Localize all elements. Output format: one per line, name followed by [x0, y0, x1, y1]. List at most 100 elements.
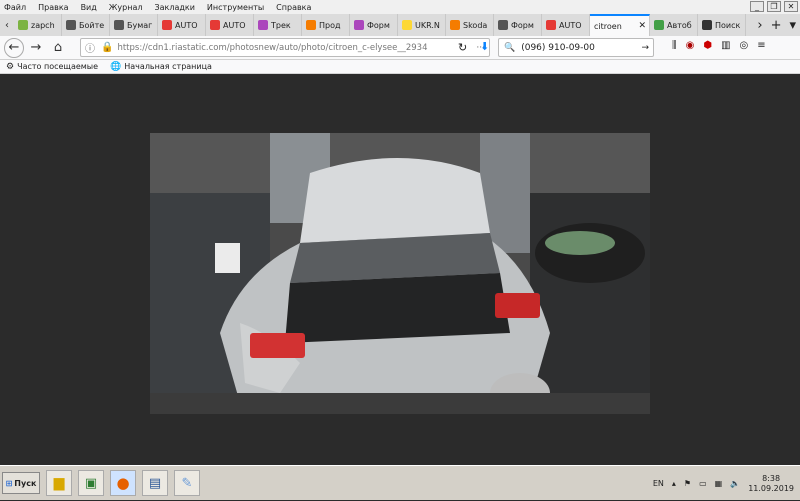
tab-label: Бумаг [127, 20, 153, 30]
search-icon: 🔍 [504, 42, 516, 53]
tab-favicon-icon [702, 20, 712, 30]
taskbar-word[interactable]: ▤ [142, 470, 168, 496]
tab-label: citroen [594, 21, 622, 31]
start-button[interactable]: ⊞ Пуск [2, 472, 40, 494]
library-icon[interactable]: ⫼ [672, 40, 677, 51]
list-all-tabs-button[interactable]: ▾ [789, 18, 796, 33]
taskbar-firefox[interactable]: ● [110, 470, 136, 496]
taskbar-explorer[interactable]: ▆ [46, 470, 72, 496]
tab-favicon-icon [114, 20, 124, 30]
tab-label: Поиск [715, 20, 741, 30]
tab[interactable]: UKR.N [398, 14, 446, 36]
tab-label: AUTO [175, 20, 198, 30]
folder-icon: ▆ [53, 475, 65, 491]
tab[interactable]: zapch [14, 14, 62, 36]
tab-label: Форм [511, 20, 534, 30]
url-text[interactable]: https://cdn1.riastatic.com/photosnew/aut… [117, 43, 472, 53]
new-tab-button[interactable]: + [771, 18, 782, 33]
firefox-icon: ● [116, 474, 130, 492]
menu-bar: Файл Правка Вид Журнал Закладки Инструме… [0, 0, 800, 14]
clock-time: 8:38 [762, 473, 781, 483]
tab[interactable]: AUTO [542, 14, 590, 36]
taskbar-terminal[interactable]: ▣ [78, 470, 104, 496]
menu-icon[interactable]: ≡ [757, 40, 765, 51]
tab-favicon-icon [402, 20, 412, 30]
volume-icon[interactable]: 🔈 [730, 479, 740, 488]
tab-favicon-icon [210, 20, 220, 30]
adblock-icon[interactable]: ⬢ [703, 40, 712, 51]
tab-label: Форм [367, 20, 390, 30]
battery-icon[interactable]: ▭ [699, 479, 707, 488]
forward-button[interactable]: → [26, 38, 46, 58]
search-input[interactable]: (096) 910-09-00 [521, 43, 641, 53]
chevron-up-icon[interactable]: ▴ [672, 479, 676, 488]
page-viewport [0, 74, 800, 465]
tab[interactable]: Бойте [62, 14, 110, 36]
tab-favicon-icon [162, 20, 172, 30]
tab-label: Бойте [79, 20, 105, 30]
bookmark-home-page[interactable]: 🌐 Начальная страница [110, 62, 212, 72]
menu-edit[interactable]: Правка [38, 3, 68, 12]
tab-actions: › + ▾ [757, 14, 800, 36]
restore-button[interactable]: ❐ [767, 1, 781, 12]
language-indicator[interactable]: EN [653, 479, 664, 488]
search-bar[interactable]: 🔍 (096) 910-09-00 → [498, 38, 654, 57]
car-photo[interactable] [150, 133, 650, 414]
tab[interactable]: AUTO [206, 14, 254, 36]
tab[interactable]: Поиск [698, 14, 746, 36]
car-photo-illustration [150, 133, 650, 414]
tab[interactable]: Трек [254, 14, 302, 36]
address-bar[interactable]: ⓘ 🔒 https://cdn1.riastatic.com/photosnew… [80, 38, 490, 57]
tab-label: Прод [319, 20, 341, 30]
tab-favicon-icon [258, 20, 268, 30]
taskbar: ⊞ Пуск ▆ ▣ ● ▤ ✎ EN ▴ ⚑ ▭ ▦ 🔈 8:38 11.09.… [0, 465, 800, 500]
minimize-button[interactable]: _ [750, 1, 764, 12]
close-tab-button[interactable]: ✕ [638, 21, 646, 31]
flag-icon[interactable]: ⚑ [684, 479, 691, 488]
back-button[interactable]: ← [4, 37, 24, 58]
taskbar-paint[interactable]: ✎ [174, 470, 200, 496]
window-controls: _ ❐ ✕ [750, 1, 798, 12]
tab[interactable]: Форм [350, 14, 398, 36]
tab-favicon-icon [66, 20, 76, 30]
clock[interactable]: 8:38 11.09.2019 [748, 474, 794, 494]
arrow-left-icon: ← [8, 40, 20, 55]
download-icon[interactable]: ⬇ [480, 40, 489, 53]
home-icon: ⌂ [53, 40, 63, 55]
tab[interactable]: Бумаг [110, 14, 158, 36]
windows-logo-icon: ⊞ [5, 478, 13, 488]
tab-active[interactable]: citroen ✕ [590, 14, 650, 36]
menu-help[interactable]: Справка [276, 3, 311, 12]
tab[interactable]: Skoda [446, 14, 494, 36]
menu-view[interactable]: Вид [81, 3, 97, 12]
home-button[interactable]: ⌂ [48, 38, 68, 58]
sidebar-icon[interactable]: ▥ [721, 40, 730, 51]
tab-scroll-left-button[interactable]: ‹ [0, 14, 14, 36]
tab-scroll-right-button[interactable]: › [757, 18, 762, 33]
start-label: Пуск [14, 478, 37, 488]
toolbar-icons: ⫼ ◉ ⬢ ▥ ◎ ≡ [672, 40, 766, 51]
tab[interactable]: Форм [494, 14, 542, 36]
ublock-icon[interactable]: ◉ [686, 40, 695, 51]
bookmark-most-visited[interactable]: ⚙ Часто посещаемые [6, 62, 98, 72]
monitor-icon: ▣ [84, 475, 98, 491]
tab[interactable]: AUTO [158, 14, 206, 36]
tab-label: UKR.N [415, 20, 440, 30]
info-icon[interactable]: ⓘ [85, 40, 95, 55]
menu-history[interactable]: Журнал [109, 3, 143, 12]
tab-favicon-icon [654, 20, 664, 30]
close-window-button[interactable]: ✕ [784, 1, 798, 12]
reload-button[interactable]: ↻ [458, 41, 467, 54]
tab[interactable]: Прод [302, 14, 350, 36]
search-go-button[interactable]: → [641, 43, 649, 53]
menu-tools[interactable]: Инструменты [207, 3, 264, 12]
menu-bookmarks[interactable]: Закладки [154, 3, 194, 12]
menu-file[interactable]: Файл [4, 3, 26, 12]
network-icon[interactable]: ▦ [715, 479, 723, 488]
bookmark-label: Начальная страница [124, 62, 212, 71]
tab-favicon-icon [450, 20, 460, 30]
account-icon[interactable]: ◎ [740, 40, 749, 51]
tab[interactable]: Автоб [650, 14, 698, 36]
clock-date: 11.09.2019 [748, 483, 794, 493]
tab-label: AUTO [559, 20, 582, 30]
